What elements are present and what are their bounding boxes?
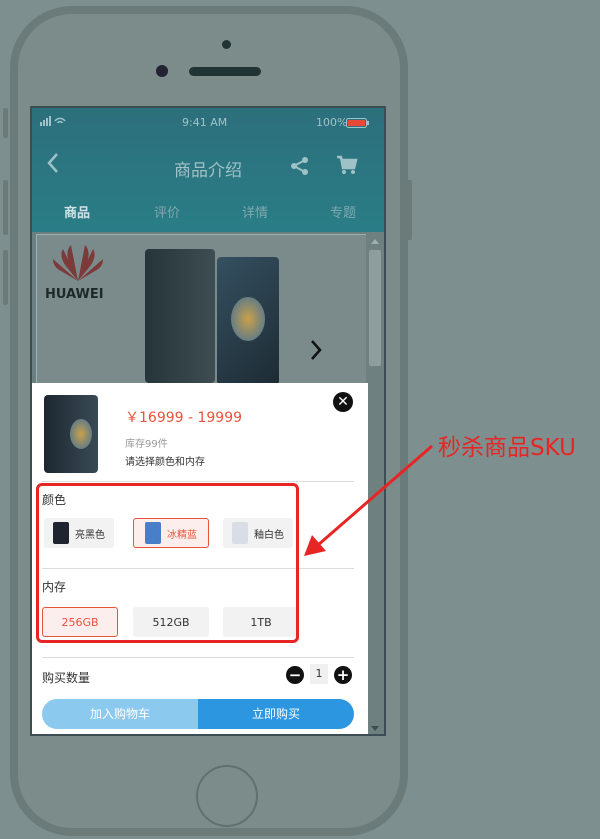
quantity-label: 购买数量: [42, 671, 91, 685]
divider: [42, 657, 354, 658]
phone-product-image: [145, 249, 215, 383]
tab-bar: 商品 评价 详情 专题: [32, 202, 384, 222]
sensor-dot: [222, 40, 231, 49]
price-range: ￥16999 - 19999: [125, 410, 243, 426]
scroll-down-arrow-icon: [371, 726, 379, 731]
product-banner: HUAWEI: [36, 234, 368, 386]
annotation-label: 秒杀商品SKU: [438, 435, 576, 461]
sku-product-image: [44, 395, 98, 473]
status-time: 9:41 AM: [182, 116, 228, 129]
earpiece-speaker: [189, 67, 261, 76]
mute-switch: [3, 108, 8, 138]
buy-now-button[interactable]: 立即购买: [198, 699, 354, 729]
tab-details[interactable]: 详情: [242, 202, 268, 221]
banner-next-arrow[interactable]: [309, 339, 323, 365]
page-title: 商品介绍: [174, 161, 242, 181]
add-to-cart-button[interactable]: 加入购物车: [42, 699, 198, 729]
tab-product[interactable]: 商品: [64, 202, 90, 221]
share-icon: [291, 157, 308, 175]
chevron-right-icon: [311, 340, 322, 360]
brand-wordmark: HUAWEI: [45, 287, 104, 302]
selection-hint: 请选择颜色和内存: [125, 457, 205, 468]
plus-icon: +: [336, 666, 350, 684]
phone-product-image-front: [217, 257, 279, 385]
stock-count: 库存99件: [125, 439, 168, 450]
quantity-value[interactable]: 1: [310, 664, 328, 684]
cart-icon: [337, 155, 358, 174]
minus-icon: −: [288, 666, 302, 684]
tab-topics[interactable]: 专题: [330, 202, 356, 221]
divider: [42, 481, 354, 482]
quantity-decrease-button[interactable]: −: [286, 666, 304, 684]
close-icon: ✕: [337, 394, 349, 410]
volume-down-button: [3, 250, 8, 305]
huawei-logo: [53, 245, 103, 281]
app-header: 9:41 AM 100% 商品介绍 商品 评价 详情 专题: [32, 108, 384, 232]
quantity-increase-button[interactable]: +: [334, 666, 352, 684]
volume-up-button: [3, 180, 8, 235]
tab-reviews[interactable]: 评价: [154, 202, 180, 221]
battery-percent: 100%: [316, 116, 348, 129]
battery-icon: [346, 118, 370, 131]
scroll-up-arrow-icon: [371, 239, 379, 244]
signal-icon: [40, 116, 66, 129]
cart-button[interactable]: [336, 154, 358, 182]
close-button[interactable]: ✕: [333, 392, 353, 412]
front-camera: [156, 65, 168, 77]
scrollbar-thumb[interactable]: [369, 250, 381, 366]
power-button: [407, 180, 412, 240]
share-button[interactable]: [290, 156, 310, 182]
home-button[interactable]: [196, 765, 258, 827]
annotation-highlight-box: [36, 483, 299, 643]
